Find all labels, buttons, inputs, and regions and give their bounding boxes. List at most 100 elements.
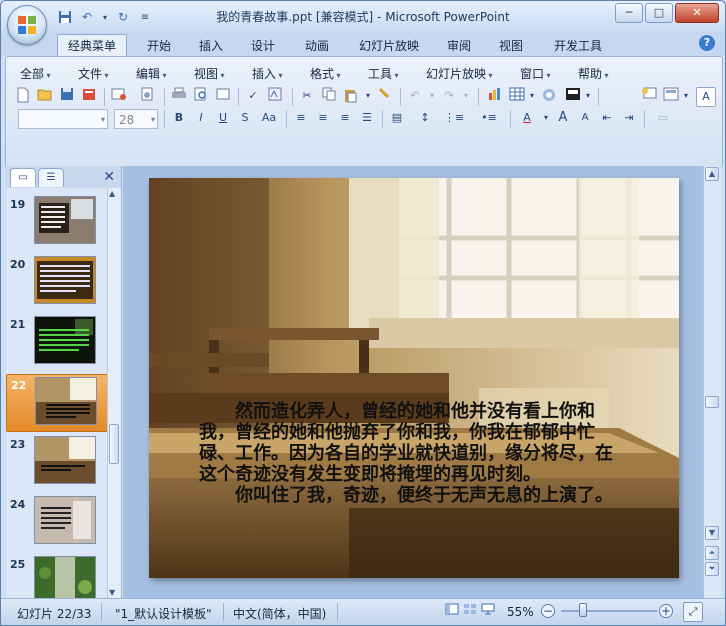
next-slide-button[interactable]: ⏷ — [705, 562, 719, 576]
decrease-indent-icon[interactable]: ⇤ — [598, 109, 616, 127]
align-left-icon[interactable]: ≡ — [292, 109, 310, 127]
zoom-in-icon[interactable]: + — [659, 604, 673, 618]
tab-slideshow[interactable]: 幻灯片放映 — [351, 36, 427, 56]
tab-home[interactable]: 开始 — [137, 36, 181, 56]
numbering-icon[interactable]: ⋮≡ — [444, 109, 464, 127]
redo-icon[interactable]: ↷ — [440, 87, 458, 105]
tab-insert[interactable]: 插入 — [189, 36, 233, 56]
shrink-font-button[interactable]: A — [576, 109, 594, 127]
office-button[interactable] — [7, 5, 47, 45]
slide-body-text[interactable]: 然而造化弄人，曾经的她和他并没有看上你和我，曾经的她和他抛弃了你和我，你我在郁郁… — [199, 401, 627, 506]
underline-button[interactable]: U — [214, 109, 232, 127]
insert-chart-icon[interactable] — [486, 87, 504, 105]
tab-design[interactable]: 设计 — [241, 36, 285, 56]
font-size-combo[interactable]: 28 ▾ — [114, 109, 158, 129]
scroll-thumb[interactable] — [705, 396, 719, 408]
slideshow-view-icon[interactable] — [479, 603, 497, 621]
undo-dropdown-icon[interactable]: ▾ — [428, 87, 436, 105]
undo-icon[interactable]: ↶ — [406, 87, 424, 105]
shapes-icon[interactable]: ▭ — [654, 109, 672, 127]
maximize-button[interactable]: □ — [645, 3, 673, 23]
print-icon[interactable] — [170, 87, 188, 105]
thumbnail-scrollbar[interactable]: ▲ ▼ — [107, 188, 121, 598]
new-slide-icon[interactable] — [640, 87, 658, 105]
align-right-icon[interactable]: ≡ — [336, 109, 354, 127]
slides-tab-icon[interactable]: ▭ — [10, 168, 36, 187]
insert-table-icon[interactable] — [508, 87, 526, 105]
menu-tools[interactable]: 工具 — [368, 65, 399, 82]
align-center-icon[interactable]: ≡ — [314, 109, 332, 127]
previous-slide-button[interactable]: ⏶ — [705, 546, 719, 560]
menu-window[interactable]: 窗口 — [520, 65, 551, 82]
tab-animation[interactable]: 动画 — [295, 36, 339, 56]
menu-slideshow[interactable]: 幻灯片放映 — [426, 65, 493, 82]
redo-dropdown-icon[interactable]: ▾ — [462, 87, 470, 105]
text-direction-icon[interactable]: A — [696, 87, 716, 107]
tab-classic-menu[interactable]: 经典菜单 — [57, 34, 127, 57]
line-spacing-icon[interactable]: ↕ — [416, 109, 434, 127]
vertical-scrollbar[interactable]: ▲ ▼ ⏶ ⏷ — [703, 166, 721, 598]
slide-sorter-icon[interactable] — [461, 603, 479, 621]
paste-dropdown-icon[interactable]: ▾ — [364, 87, 372, 105]
print-preview-icon[interactable] — [192, 87, 210, 105]
zoom-slider-track[interactable] — [561, 610, 657, 612]
minimize-button[interactable]: ─ — [615, 3, 643, 23]
paste-icon[interactable] — [342, 87, 360, 105]
grayscale-dropdown-icon[interactable]: ▾ — [584, 87, 592, 105]
copy-icon[interactable] — [320, 87, 338, 105]
outline-tab-icon[interactable]: ☰ — [38, 168, 64, 187]
fit-to-window-icon[interactable]: ⤢ — [683, 602, 703, 622]
slide-thumbnail-24[interactable]: 24 — [6, 494, 106, 550]
bold-button[interactable]: B — [170, 109, 188, 127]
menu-format[interactable]: 格式 — [310, 65, 341, 82]
tab-view[interactable]: 视图 — [491, 36, 531, 56]
zoom-slider-thumb[interactable] — [579, 603, 587, 617]
slide-thumbnail-21[interactable]: 21 — [6, 314, 106, 370]
slide-thumbnail-23[interactable]: 23 — [6, 434, 106, 490]
email-icon[interactable] — [110, 87, 128, 105]
new-icon[interactable] — [14, 87, 32, 105]
font-color-button[interactable]: A — [518, 109, 536, 127]
slide-thumbnail-19[interactable]: 19 — [6, 194, 106, 250]
tab-developer[interactable]: 开发工具 — [545, 36, 611, 56]
menu-file[interactable]: 文件 — [78, 65, 109, 82]
open-icon[interactable] — [36, 87, 54, 105]
scroll-up-button[interactable]: ▲ — [705, 167, 719, 181]
check-spelling-icon[interactable]: ✓ — [244, 87, 262, 105]
design-dropdown-icon[interactable]: ▾ — [682, 87, 690, 105]
shadow-button[interactable]: S — [236, 109, 254, 127]
close-button[interactable]: ✕ — [675, 3, 719, 23]
publish-icon[interactable] — [138, 87, 156, 105]
columns-icon[interactable]: ▤ — [388, 109, 406, 127]
slide-design-icon[interactable] — [662, 87, 680, 105]
bullets-icon[interactable]: •≡ — [480, 109, 498, 127]
language-indicator[interactable]: 中文(简体，中国) — [233, 605, 326, 622]
font-color-dropdown-icon[interactable]: ▾ — [542, 109, 550, 127]
current-slide[interactable]: 然而造化弄人，曾经的她和他并没有看上你和我，曾经的她和他抛弃了你和我，你我在郁郁… — [149, 178, 679, 578]
table-dropdown-icon[interactable]: ▾ — [528, 87, 536, 105]
research-icon[interactable] — [266, 87, 284, 105]
slide-thumbnail-22[interactable]: 22 — [6, 374, 108, 432]
italic-button[interactable]: I — [192, 109, 210, 127]
justify-icon[interactable]: ☰ — [358, 109, 376, 127]
save-icon[interactable] — [58, 87, 76, 105]
color-grayscale-icon[interactable] — [564, 87, 582, 105]
change-case-button[interactable]: Aa — [258, 109, 280, 127]
menu-insert[interactable]: 插入 — [252, 65, 283, 82]
zoom-level[interactable]: 55% — [507, 605, 534, 619]
cut-icon[interactable]: ✂ — [298, 87, 316, 105]
font-name-combo[interactable]: ▾ — [18, 109, 108, 129]
normal-view-icon[interactable] — [443, 603, 461, 621]
increase-indent-icon[interactable]: ⇥ — [620, 109, 638, 127]
close-pane-icon[interactable]: ✕ — [103, 169, 115, 185]
slide-thumbnail-20[interactable]: 20 — [6, 254, 106, 310]
grow-font-button[interactable]: A — [554, 109, 572, 127]
permission-icon[interactable] — [80, 87, 98, 105]
clipart-icon[interactable] — [540, 87, 558, 105]
thumbnail-scroll-thumb[interactable] — [109, 424, 119, 464]
scroll-down-button[interactable]: ▼ — [705, 526, 719, 540]
menu-help[interactable]: 帮助 — [578, 65, 609, 82]
tab-review[interactable]: 审阅 — [439, 36, 479, 56]
spelling-icon[interactable] — [214, 87, 232, 105]
zoom-out-icon[interactable]: − — [541, 604, 555, 618]
